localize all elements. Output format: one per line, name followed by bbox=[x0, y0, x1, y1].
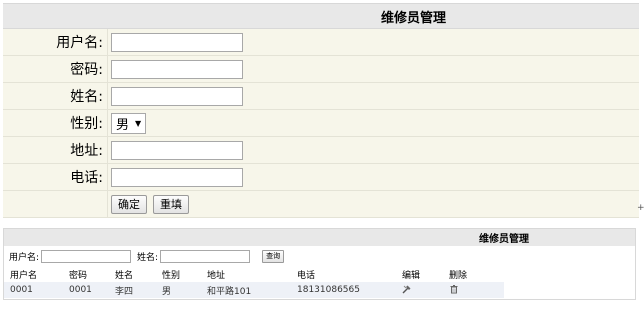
form-title: 维修员管理 bbox=[3, 4, 639, 29]
cell-name: 李四 bbox=[115, 286, 134, 297]
cell-password: 0001 bbox=[69, 285, 92, 295]
col-gender: 性别 bbox=[162, 270, 181, 281]
gender-row: 性别: 男 ▼ bbox=[3, 110, 639, 137]
trash-icon[interactable] bbox=[449, 284, 459, 294]
tool-edit-icon[interactable] bbox=[402, 284, 412, 294]
col-username: 用户名 bbox=[10, 270, 38, 281]
chevron-down-icon: ▼ bbox=[135, 118, 142, 128]
name-input[interactable] bbox=[111, 86, 243, 106]
gender-select[interactable]: 男 ▼ bbox=[111, 112, 147, 134]
phone-label: 电话: bbox=[3, 164, 108, 190]
cell-username: 0001 bbox=[10, 285, 33, 295]
search-name-input[interactable] bbox=[160, 249, 251, 263]
search-username-label: 用户名: bbox=[9, 252, 40, 263]
corner-glyph: + bbox=[637, 203, 644, 213]
col-edit: 编辑 bbox=[402, 270, 421, 281]
cell-address: 和平路101 bbox=[207, 286, 252, 297]
search-username-input[interactable] bbox=[41, 249, 132, 263]
query-button[interactable]: 查询 bbox=[262, 249, 285, 263]
address-row: 地址: bbox=[3, 137, 639, 164]
gender-label: 性别: bbox=[3, 110, 108, 136]
password-input[interactable] bbox=[111, 59, 243, 79]
col-address: 地址 bbox=[207, 270, 226, 281]
cell-gender: 男 bbox=[162, 286, 172, 297]
cell-edit bbox=[402, 284, 449, 297]
actions-label-spacer bbox=[3, 191, 108, 217]
repairman-table: 用户名 密码 姓名 性别 地址 电话 编辑 删除 0001 0001 李四 男 … bbox=[4, 266, 504, 298]
phone-input[interactable] bbox=[111, 167, 243, 187]
confirm-button[interactable]: 确定 bbox=[111, 194, 147, 214]
address-label: 地址: bbox=[3, 137, 108, 163]
username-label: 用户名: bbox=[3, 29, 108, 55]
password-row: 密码: bbox=[3, 56, 639, 83]
phone-row: 电话: bbox=[3, 164, 639, 191]
address-input[interactable] bbox=[111, 140, 243, 160]
col-password: 密码 bbox=[69, 270, 88, 281]
list-title: 维修员管理 bbox=[4, 229, 635, 246]
search-name-label: 姓名: bbox=[137, 252, 159, 263]
search-bar: 用户名: 姓名: 查询 bbox=[4, 248, 635, 264]
name-label: 姓名: bbox=[3, 83, 108, 109]
col-phone: 电话 bbox=[297, 270, 316, 281]
reset-button[interactable]: 重填 bbox=[153, 194, 189, 214]
gender-select-value: 男 bbox=[116, 117, 130, 133]
repairman-form: 维修员管理 用户名: 密码: 姓名: 性别: 男 ▼ 地址: 电话: 确定 重填 bbox=[3, 3, 639, 218]
table-row: 0001 0001 李四 男 和平路101 18131086565 bbox=[4, 282, 504, 298]
password-label: 密码: bbox=[3, 56, 108, 82]
username-input[interactable] bbox=[111, 32, 243, 52]
repairman-list-panel: 维修员管理 用户名: 姓名: 查询 用户名 密码 姓名 性别 地址 电话 编辑 … bbox=[3, 228, 636, 300]
cell-phone: 18131086565 bbox=[297, 285, 360, 295]
table-header: 用户名 密码 姓名 性别 地址 电话 编辑 删除 bbox=[4, 266, 504, 282]
col-name: 姓名 bbox=[115, 270, 134, 281]
name-row: 姓名: bbox=[3, 83, 639, 110]
actions-row: 确定 重填 bbox=[3, 191, 639, 218]
cell-delete bbox=[449, 284, 494, 297]
col-delete: 删除 bbox=[449, 270, 468, 281]
username-row: 用户名: bbox=[3, 29, 639, 56]
